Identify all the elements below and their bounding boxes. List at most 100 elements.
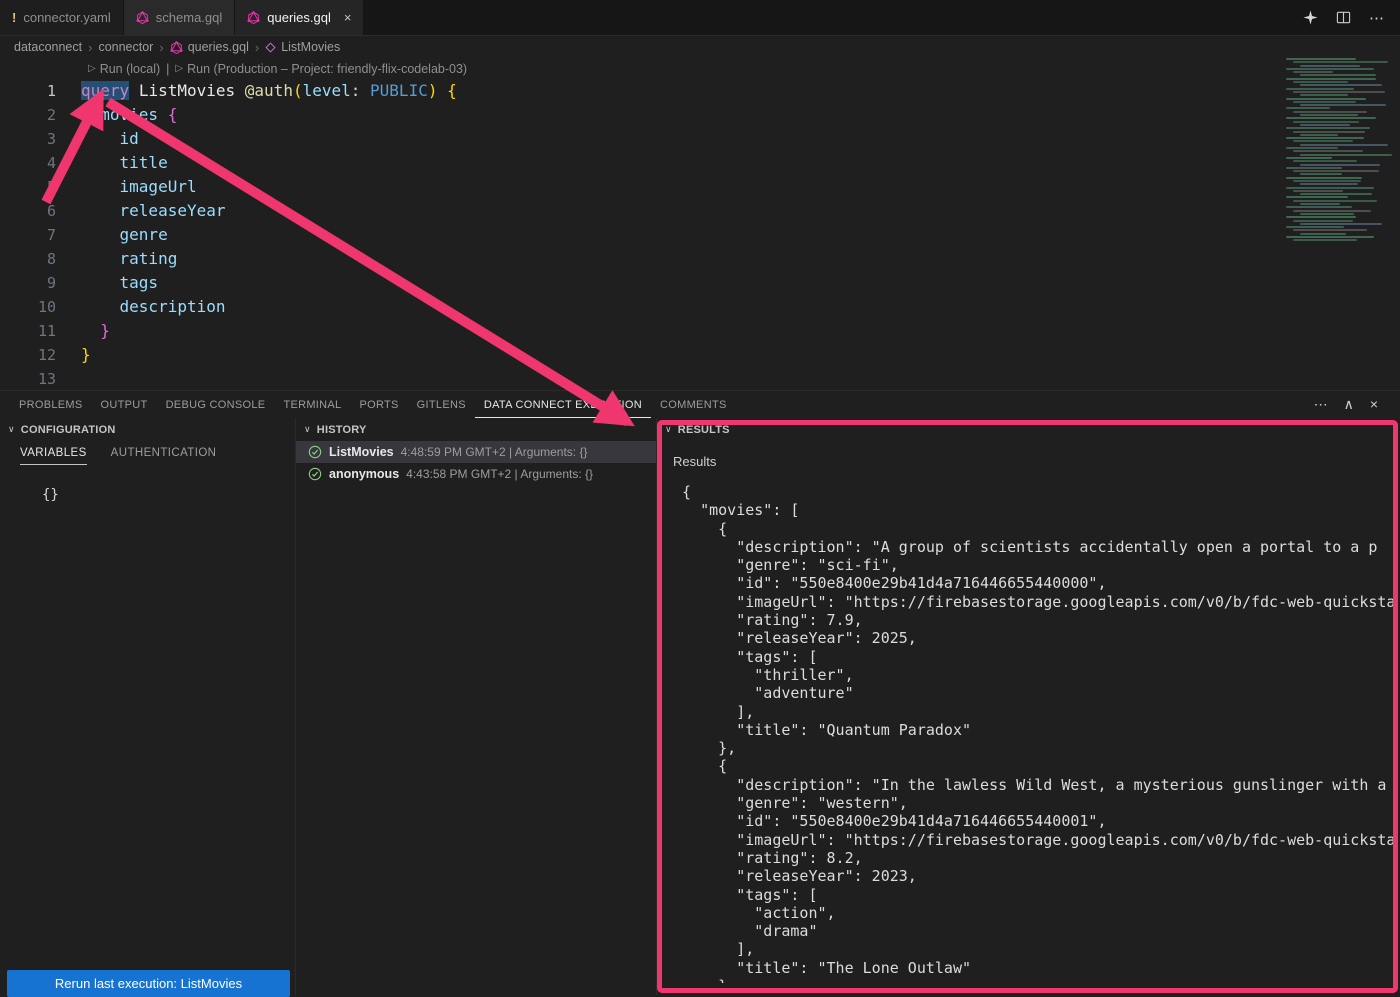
minimap-line [1300, 134, 1338, 136]
tab-label: queries.gql [267, 10, 331, 25]
history-item[interactable]: anonymous4:43:58 PM GMT+2 | Arguments: {… [296, 463, 656, 485]
results-json[interactable]: { "movies": [ { "description": "A group … [673, 483, 1400, 983]
close-icon[interactable]: × [344, 10, 352, 25]
panel-tab-output[interactable]: OUTPUT [92, 391, 157, 418]
configuration-title: CONFIGURATION [21, 424, 116, 436]
code-line-12[interactable]: 12} [0, 343, 1400, 367]
minimap-line [1286, 216, 1356, 218]
code-token: genre [120, 225, 168, 244]
panel-tab-terminal[interactable]: TERMINAL [274, 391, 350, 418]
minimap-line [1286, 167, 1342, 169]
panel-tab-comments[interactable]: COMMENTS [651, 391, 736, 418]
config-tab-authentication[interactable]: AUTHENTICATION [111, 447, 217, 465]
variables-value[interactable]: {} [42, 487, 295, 503]
line-number: 7 [0, 223, 56, 247]
panel-maximize-icon[interactable]: ∧ [1344, 396, 1354, 413]
minimap-line [1300, 154, 1392, 156]
code-line-2[interactable]: 2 movies { [0, 103, 1400, 127]
line-number: 10 [0, 295, 56, 319]
run-local-link[interactable]: ▷ Run (local) [88, 62, 160, 76]
more-actions-icon[interactable]: ⋯ [1369, 9, 1384, 27]
sparkle-icon[interactable] [1303, 10, 1318, 25]
code-token: ListMovies [139, 81, 235, 100]
panel-tab-problems[interactable]: PROBLEMS [10, 391, 92, 418]
line-content: releaseYear [81, 199, 226, 223]
line-content: imageUrl [81, 175, 197, 199]
tab-schema.gql[interactable]: schema.gql [124, 0, 235, 35]
history-item[interactable]: ListMovies4:48:59 PM GMT+2 | Arguments: … [296, 441, 656, 463]
panel-tab-ports[interactable]: PORTS [350, 391, 407, 418]
code-line-9[interactable]: 9 tags [0, 271, 1400, 295]
breadcrumb-item-ListMovies[interactable]: ListMovies [265, 40, 340, 54]
breadcrumb-label: ListMovies [281, 40, 340, 54]
panel-more-icon[interactable]: ⋯ [1314, 396, 1328, 413]
chevron-down-icon: ∨ [665, 424, 672, 435]
minimap-line [1286, 236, 1374, 238]
line-number: 4 [0, 151, 56, 175]
breadcrumb-item-queries.gql[interactable]: queries.gql [170, 40, 249, 54]
run-production-link[interactable]: ▷ Run (Production – Project: friendly-fl… [175, 62, 467, 76]
graphql-icon [170, 41, 183, 54]
breadcrumb-item-dataconnect[interactable]: dataconnect [14, 40, 82, 54]
play-icon: ▷ [88, 63, 96, 74]
minimap-line [1286, 157, 1332, 159]
code-line-8[interactable]: 8 rating [0, 247, 1400, 271]
history-section: ∨ HISTORY ListMovies4:48:59 PM GMT+2 | A… [295, 418, 656, 995]
configuration-header[interactable]: ∨ CONFIGURATION [0, 418, 295, 441]
panel-tabs: PROBLEMSOUTPUTDEBUG CONSOLETERMINALPORTS… [10, 391, 736, 418]
code-line-11[interactable]: 11 } [0, 319, 1400, 343]
code-line-3[interactable]: 3 id [0, 127, 1400, 151]
rerun-last-execution-button[interactable]: Rerun last execution: ListMovies [7, 970, 290, 997]
results-header[interactable]: ∨ RESULTS [657, 418, 1400, 441]
minimap-line [1286, 147, 1338, 149]
code-editor[interactable]: ▷ Run (local) | ▷ Run (Production – Proj… [0, 58, 1400, 391]
code-token: PUBLIC [370, 81, 428, 100]
tab-queries.gql[interactable]: queries.gql × [235, 0, 364, 35]
check-circle-icon [308, 467, 322, 481]
code-line-1[interactable]: 1query ListMovies @auth(level: PUBLIC) { [0, 79, 1400, 103]
minimap-line [1293, 140, 1353, 142]
minimap-line [1293, 229, 1367, 231]
vscode-window: !connector.yamlschema.gqlqueries.gql× ⋯ … [0, 0, 1400, 391]
split-editor-icon[interactable] [1336, 10, 1351, 25]
code-token: title [120, 153, 168, 172]
code-token: rating [120, 249, 178, 268]
code-token [81, 273, 120, 292]
minimap-line [1293, 121, 1359, 123]
code-token [81, 105, 100, 124]
breadcrumb-label: dataconnect [14, 40, 82, 54]
code-line-13[interactable]: 13 [0, 367, 1400, 391]
panel-close-icon[interactable]: × [1370, 396, 1378, 413]
line-content: description [81, 295, 226, 319]
code-token: id [120, 129, 139, 148]
minimap-line [1286, 107, 1330, 109]
history-header[interactable]: ∨ HISTORY [296, 418, 656, 441]
breadcrumb-item-connector[interactable]: connector [98, 40, 153, 54]
line-number: 1 [0, 79, 56, 103]
code-token: movies [100, 105, 158, 124]
minimap-line [1300, 94, 1348, 96]
code-line-4[interactable]: 4 title [0, 151, 1400, 175]
minimap[interactable] [1286, 58, 1398, 248]
code-line-5[interactable]: 5 imageUrl [0, 175, 1400, 199]
panel-tab-data-connect-execution[interactable]: DATA CONNECT EXECUTION [475, 391, 651, 418]
code-lines: 1query ListMovies @auth(level: PUBLIC) {… [0, 79, 1400, 391]
results-section: ∨ RESULTS Results { "movies": [ { "descr… [656, 418, 1400, 995]
line-content: } [81, 343, 91, 367]
minimap-line [1293, 91, 1385, 93]
minimap-line [1293, 150, 1363, 152]
minimap-line [1300, 65, 1360, 67]
code-line-7[interactable]: 7 genre [0, 223, 1400, 247]
code-line-10[interactable]: 10 description [0, 295, 1400, 319]
tab-connector.yaml[interactable]: !connector.yaml [0, 0, 124, 35]
chevron-down-icon: ∨ [304, 424, 311, 435]
symbol-icon [265, 42, 276, 53]
panel-tab-debug-console[interactable]: DEBUG CONSOLE [157, 391, 275, 418]
minimap-line [1286, 98, 1366, 100]
line-content: movies { [81, 103, 177, 127]
line-number: 3 [0, 127, 56, 151]
panel-tab-gitlens[interactable]: GITLENS [408, 391, 475, 418]
history-item-name: ListMovies [329, 445, 394, 459]
config-tab-variables[interactable]: VARIABLES [20, 447, 87, 465]
code-line-6[interactable]: 6 releaseYear [0, 199, 1400, 223]
